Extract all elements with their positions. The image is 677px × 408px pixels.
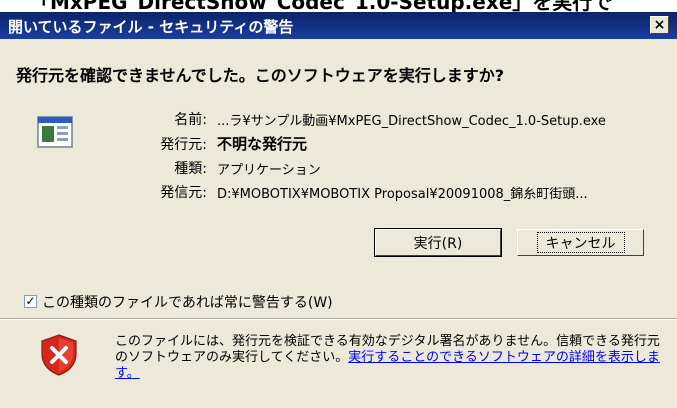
- name-label: 名前:: [174, 112, 207, 128]
- error-shield-icon: [41, 334, 77, 376]
- cancel-button[interactable]: キャンセル: [517, 229, 644, 256]
- from-label: 発信元:: [160, 185, 207, 201]
- warning-message: このファイルには、発行元を検証できる有効なデジタル署名がありません。信頼できる発…: [115, 334, 660, 382]
- security-warning-dialog: 開いているファイル - セキュリティの警告 × 発行元を確認できませんでした。こ…: [0, 12, 677, 408]
- always-warn-checkbox[interactable]: ✓: [24, 295, 37, 308]
- type-value: アプリケーション: [217, 163, 321, 178]
- dialog-title: 開いているファイル - セキュリティの警告: [8, 18, 294, 36]
- question-heading: 発行元を確認できませんでした。このソフトウェアを実行しますか?: [16, 66, 505, 85]
- type-label: 種類:: [174, 161, 207, 177]
- from-value: D:¥MOBOTIX¥MOBOTIX Proposal¥20091008_錦糸町…: [217, 187, 588, 202]
- title-bar[interactable]: 開いているファイル - セキュリティの警告 ×: [0, 12, 677, 39]
- always-warn-label[interactable]: この種類のファイルであれば常に警告する(W): [42, 292, 333, 312]
- name-value: ...ラ¥サンプル動画¥MxPEG_DirectShow_Codec_1.0-S…: [217, 114, 606, 129]
- background-window-text: 「MxPEG_DirectShow_Codec_1.0-Setup.exe」を実…: [30, 0, 613, 12]
- close-button[interactable]: ×: [650, 16, 669, 34]
- run-button[interactable]: 実行(R): [374, 228, 502, 257]
- application-file-icon: [37, 116, 73, 148]
- separator: [0, 318, 677, 320]
- publisher-value: 不明な発行元: [217, 135, 308, 153]
- publisher-label: 発行元:: [160, 137, 207, 153]
- close-icon: ×: [653, 17, 666, 33]
- run-button-label: 実行(R): [413, 235, 463, 252]
- cancel-button-label: キャンセル: [536, 232, 625, 253]
- checkmark-icon: ✓: [25, 294, 36, 308]
